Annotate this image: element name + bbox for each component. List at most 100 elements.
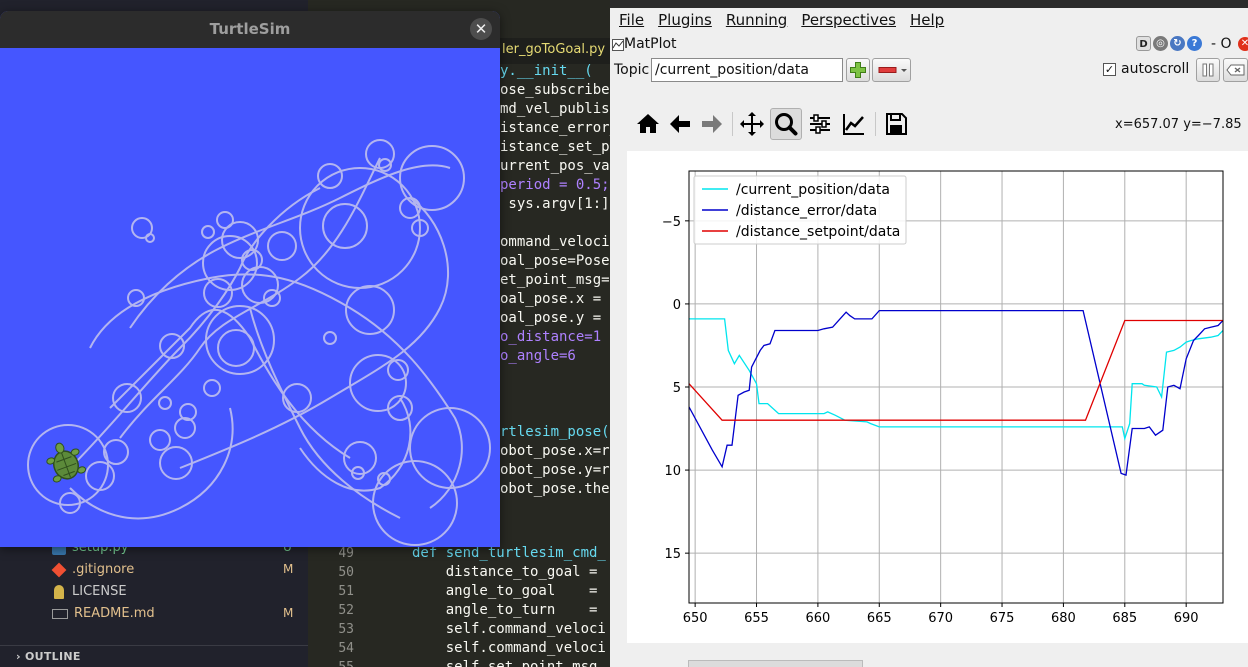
code-line: oal_pose.y = bbox=[500, 310, 610, 326]
menu-bar: File Plugins Running Perspectives Help bbox=[610, 8, 1248, 34]
editor-tab-label[interactable]: ler_goToGoal.py bbox=[502, 42, 605, 57]
toolbar-separator bbox=[875, 112, 876, 136]
code-line: angle_to_turn = bbox=[412, 602, 606, 618]
turtlesim-titlebar[interactable]: TurtleSim ✕ bbox=[0, 11, 500, 48]
plot-figure[interactable]: 650 655 660 665 670 675 680 685 690 −5 0 5 10 15/curr… bbox=[627, 151, 1248, 643]
x-tick-label: 665 bbox=[867, 611, 892, 626]
code-line: y.__init__( bbox=[500, 63, 593, 79]
plus-icon bbox=[850, 62, 866, 78]
back-icon[interactable] bbox=[664, 108, 696, 140]
trail-loop bbox=[372, 460, 458, 546]
add-topic-button[interactable] bbox=[846, 58, 870, 82]
turtlesim-canvas bbox=[0, 48, 500, 547]
trail-loop bbox=[399, 145, 465, 211]
code-line: o_distance=1 bbox=[500, 329, 602, 345]
cursor-coordinates: x=657.07 y=−7.85 bbox=[1115, 117, 1242, 132]
outline-section-header[interactable]: › OUTLINE bbox=[16, 650, 81, 663]
pause-button[interactable] bbox=[1196, 58, 1220, 82]
trail-loop bbox=[85, 461, 115, 491]
x-tick-label: 680 bbox=[1051, 611, 1076, 626]
autoscroll-checkbox[interactable]: ✓ bbox=[1103, 63, 1116, 76]
y-tick-label: −5 bbox=[662, 215, 681, 230]
bottom-tab[interactable] bbox=[688, 660, 863, 667]
code-line: o_angle=6 bbox=[500, 348, 576, 364]
edit-curves-icon[interactable] bbox=[838, 108, 870, 140]
code-line: istance_error_ bbox=[500, 120, 619, 136]
code-line: obot_pose.the bbox=[500, 481, 610, 497]
menu-running[interactable]: Running bbox=[717, 8, 792, 34]
topic-input[interactable]: /current_position/data bbox=[651, 58, 843, 82]
code-line: et_point_msg= bbox=[500, 272, 610, 288]
x-tick-label: 690 bbox=[1174, 611, 1199, 626]
topic-label: Topic bbox=[614, 62, 650, 78]
file-readme[interactable]: README.md bbox=[52, 606, 155, 621]
code-line: sys.argv[1:] bbox=[500, 196, 610, 212]
plugin-title-buttons: D ◎ ↻ ? bbox=[1136, 36, 1202, 51]
code-line: rtlesim_pose( bbox=[500, 424, 610, 440]
help-icon[interactable]: ? bbox=[1187, 36, 1202, 51]
toolbar-separator bbox=[732, 112, 733, 136]
forward-icon[interactable] bbox=[696, 108, 728, 140]
autoscroll-label: autoscroll bbox=[1121, 61, 1190, 77]
y-tick-label: 10 bbox=[664, 464, 681, 479]
code-line: distance_to_goal = bbox=[412, 564, 606, 580]
zoom-icon[interactable] bbox=[770, 108, 802, 140]
code-line: obot_pose.x=r bbox=[500, 443, 610, 459]
dock-d-button[interactable]: D bbox=[1136, 36, 1151, 51]
topic-row: Topic /current_position/data ✓ autoscrol… bbox=[610, 58, 1248, 84]
close-icon[interactable]: ✕ bbox=[1238, 37, 1248, 51]
x-tick-label: 650 bbox=[683, 611, 708, 626]
reload-icon[interactable]: ◎ bbox=[1153, 36, 1168, 51]
rqt-window: File Plugins Running Perspectives Help M… bbox=[610, 0, 1248, 667]
trail-loop bbox=[267, 231, 297, 261]
clear-button[interactable] bbox=[1223, 58, 1248, 82]
outline-divider bbox=[0, 645, 308, 646]
trail-path bbox=[89, 273, 463, 509]
code-line: self.set_point_msg. bbox=[412, 659, 606, 667]
trail-path bbox=[299, 397, 412, 492]
trail-loop bbox=[174, 417, 196, 439]
git-icon bbox=[51, 562, 67, 577]
y-tick-label: 5 bbox=[673, 381, 681, 396]
code-line: istance_set_po bbox=[500, 139, 619, 155]
file-status-badge: M bbox=[283, 562, 294, 576]
line-number: 54 bbox=[338, 641, 354, 656]
line-number: 49 bbox=[338, 546, 354, 561]
x-tick-label: 685 bbox=[1112, 611, 1137, 626]
menu-plugins[interactable]: Plugins bbox=[649, 8, 717, 34]
menu-perspectives[interactable]: Perspectives bbox=[792, 8, 901, 34]
home-icon[interactable] bbox=[632, 108, 664, 140]
trail-loop bbox=[409, 407, 491, 489]
code-line: ose_subscribe bbox=[500, 82, 610, 98]
x-tick-label: 675 bbox=[990, 611, 1015, 626]
menu-file[interactable]: File bbox=[610, 8, 649, 34]
save-icon[interactable] bbox=[880, 108, 912, 140]
menu-help[interactable]: Help bbox=[901, 8, 949, 34]
trail-loop bbox=[241, 266, 279, 304]
y-tick-label: 15 bbox=[664, 547, 681, 562]
series-line-1 bbox=[689, 309, 1223, 476]
pan-icon[interactable] bbox=[736, 108, 768, 140]
x-tick-label: 655 bbox=[744, 611, 769, 626]
trail-loop bbox=[201, 225, 215, 239]
file-license[interactable]: LICENSE bbox=[52, 584, 127, 599]
trail-loop bbox=[203, 379, 221, 397]
trail-loop bbox=[216, 211, 234, 229]
code-line: def send_turtlesim_cmd_ bbox=[412, 545, 606, 561]
matplot-icon bbox=[612, 39, 624, 51]
file-name: README.md bbox=[74, 606, 155, 621]
window-top-strip bbox=[610, 0, 1248, 8]
configure-icon[interactable] bbox=[804, 108, 836, 140]
close-icon[interactable]: ✕ bbox=[470, 18, 492, 40]
clear-icon bbox=[1226, 64, 1245, 76]
refresh-icon[interactable]: ↻ bbox=[1170, 36, 1185, 51]
line-chart[interactable]: 650 655 660 665 670 675 680 685 690 −5 0 5 10 15/curr… bbox=[627, 151, 1248, 643]
file-gitignore[interactable]: .gitignore bbox=[51, 562, 134, 577]
dock-minimize-close[interactable]: - O bbox=[1211, 36, 1232, 52]
plugin-titlebar[interactable]: MatPlot D ◎ ↻ ? - O ✕ bbox=[610, 36, 1248, 56]
code-line: ommand_veloci bbox=[500, 234, 610, 250]
remove-topic-button[interactable] bbox=[872, 58, 911, 82]
code-line: self.command_veloci bbox=[412, 640, 606, 656]
file-status-badge: M bbox=[283, 606, 294, 620]
code-line: oal_pose.x = bbox=[500, 291, 610, 307]
